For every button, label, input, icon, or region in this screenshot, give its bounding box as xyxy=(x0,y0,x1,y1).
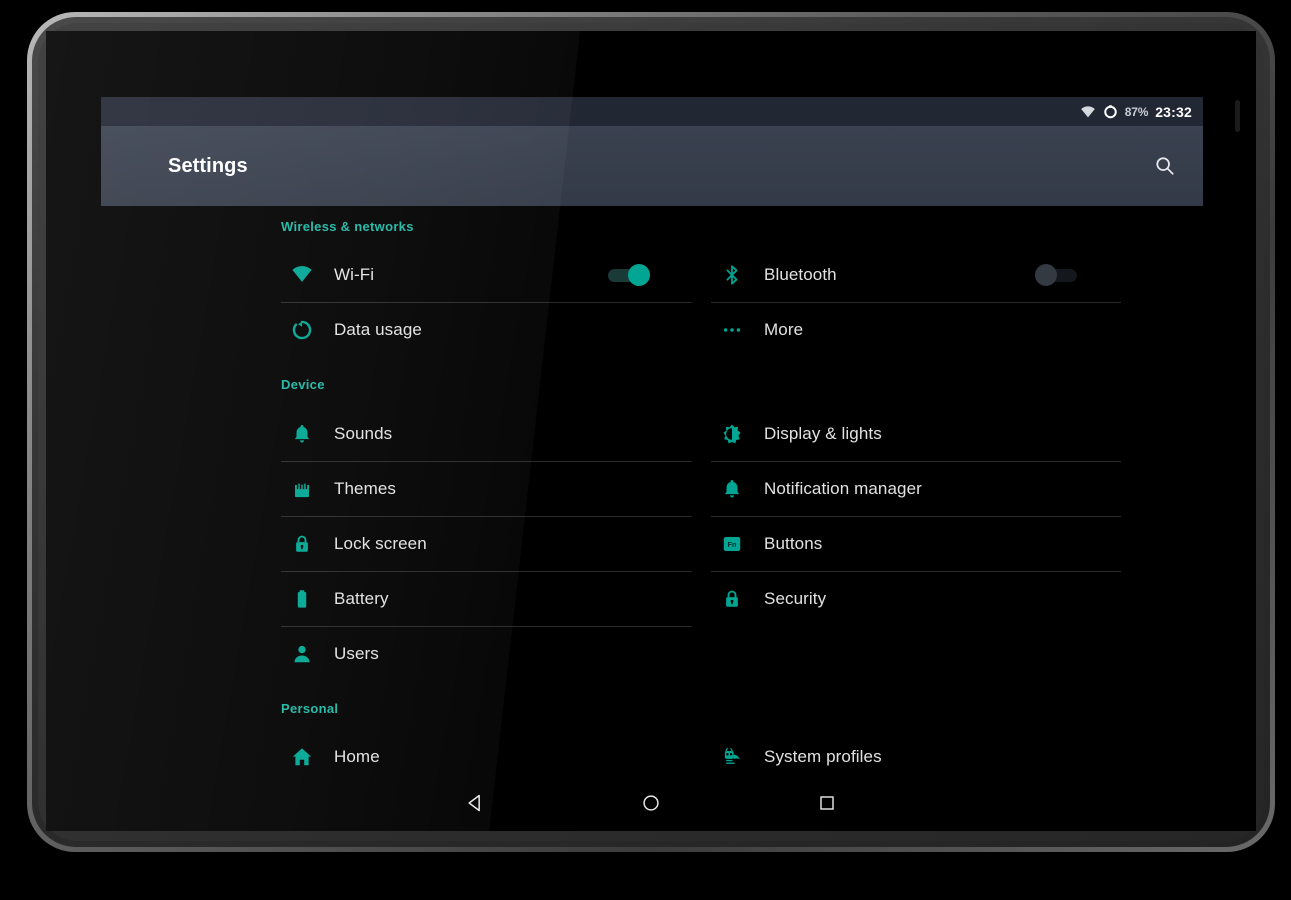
data-usage-icon xyxy=(287,319,317,341)
toggle-switch[interactable] xyxy=(606,264,652,286)
themes-icon xyxy=(287,478,317,500)
nav-recents-button[interactable] xyxy=(799,780,855,826)
nav-back-button[interactable] xyxy=(447,780,503,826)
list-item[interactable]: Display & lights xyxy=(711,406,1121,461)
list-item-label: More xyxy=(764,319,804,339)
device-screen: 87% 23:32 Settings Wireless & networks Wi… xyxy=(46,31,1256,831)
list-item-label: Data usage xyxy=(334,319,422,339)
search-button[interactable] xyxy=(1141,142,1189,190)
lock-icon xyxy=(717,588,747,610)
list-item-label: Themes xyxy=(334,478,397,498)
nav-home-button[interactable] xyxy=(623,780,679,826)
battery-circle-icon xyxy=(1104,104,1117,118)
list-item[interactable]: Themes xyxy=(281,461,692,516)
settings-list[interactable]: Wireless & networks Wi-Fi Data usage Blueto… xyxy=(101,206,1203,831)
list-item-label: Display & lights xyxy=(764,423,882,443)
section-header-0: Wireless & networks xyxy=(281,219,414,234)
list-item[interactable]: Users xyxy=(281,626,692,681)
list-item-label: Security xyxy=(764,588,827,608)
bell-icon xyxy=(717,478,747,500)
list-item-label: Wi-Fi xyxy=(334,264,375,284)
search-icon xyxy=(1156,157,1174,175)
battery-icon xyxy=(287,588,317,610)
list-item[interactable]: Sounds xyxy=(281,406,692,461)
action-bar: Settings xyxy=(101,126,1203,206)
wifi-icon xyxy=(287,264,317,286)
list-item[interactable]: Lock screen xyxy=(281,516,692,571)
list-item-label: Home xyxy=(334,746,380,766)
toggle-switch[interactable] xyxy=(1035,264,1081,286)
list-item[interactable]: Security xyxy=(711,571,1121,626)
list-item-label: Users xyxy=(334,643,379,663)
status-bar: 87% 23:32 xyxy=(101,97,1203,126)
page-title: Settings xyxy=(168,154,248,177)
home-icon xyxy=(287,746,317,768)
section-header-2: Personal xyxy=(281,701,339,716)
list-item[interactable]: More xyxy=(711,302,1121,357)
cid-robot-icon xyxy=(717,746,747,768)
list-item-label: Sounds xyxy=(334,423,393,443)
bell-icon xyxy=(287,423,317,445)
wifi-icon xyxy=(1080,106,1095,118)
list-item[interactable]: Notification manager xyxy=(711,461,1121,516)
recents-square-icon xyxy=(820,796,834,810)
svg-text:Fn: Fn xyxy=(728,539,737,548)
navigation-bar[interactable] xyxy=(46,775,1256,831)
list-item-label: Notification manager xyxy=(764,478,922,498)
status-clock: 23:32 xyxy=(1155,103,1192,120)
scrollbar-thumb[interactable] xyxy=(1235,100,1240,132)
back-triangle-icon xyxy=(468,794,480,812)
lock-icon xyxy=(287,533,317,555)
fn-key-icon: Fn xyxy=(717,533,747,555)
list-item[interactable]: Fn Buttons xyxy=(711,516,1121,571)
bluetooth-icon xyxy=(717,264,747,286)
battery-percent: 87% xyxy=(1124,104,1149,119)
list-item-label: Lock screen xyxy=(334,533,427,553)
list-item-label: System profiles xyxy=(764,746,882,766)
person-icon xyxy=(287,643,317,665)
list-item-label: Buttons xyxy=(764,533,823,553)
list-item-label: Battery xyxy=(334,588,389,608)
list-item-label: Bluetooth xyxy=(764,264,837,284)
section-header-1: Device xyxy=(281,377,325,392)
list-item[interactable]: Data usage xyxy=(281,302,692,357)
brightness-icon xyxy=(717,423,747,445)
home-circle-icon xyxy=(643,795,659,811)
list-item[interactable]: Battery xyxy=(281,571,692,626)
more-dots-icon xyxy=(717,319,747,341)
screenshot-root: 87% 23:32 Settings Wireless & networks Wi… xyxy=(0,0,1291,900)
